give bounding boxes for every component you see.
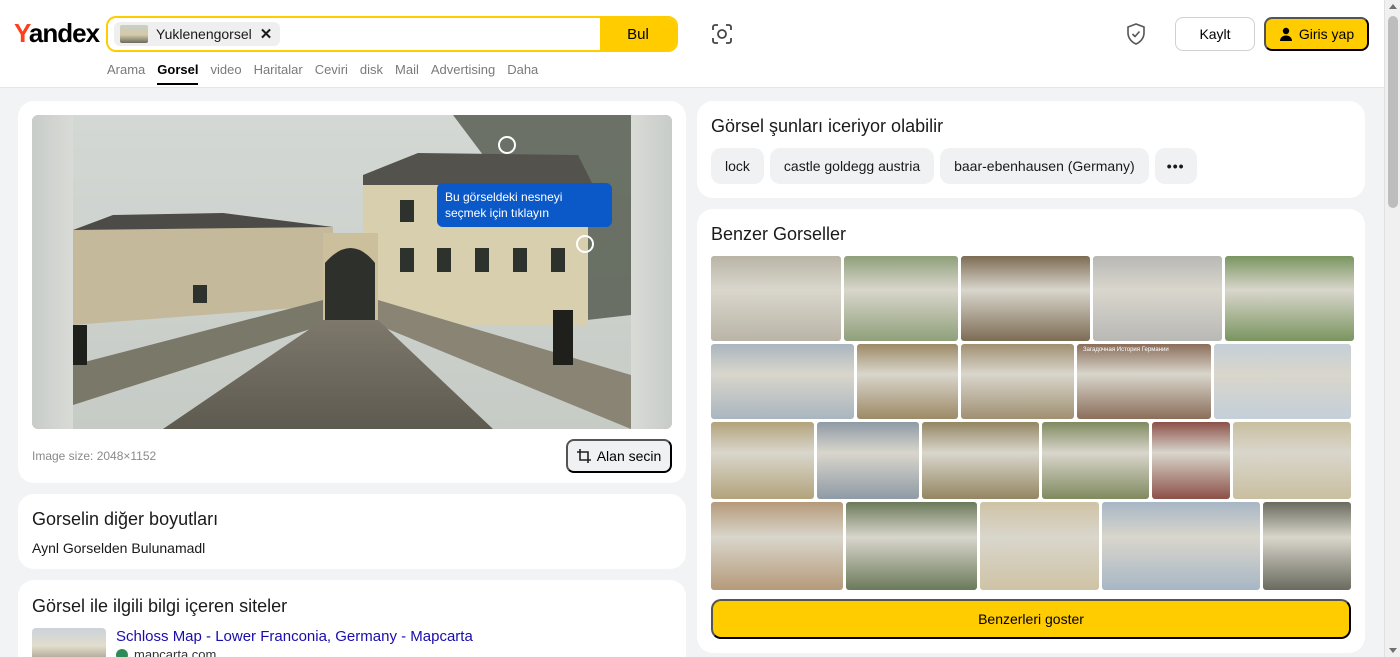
- similar-title: Benzer Gorseller: [711, 224, 847, 244]
- contains-title: Görsel şunları iceriyor olabilir: [711, 116, 944, 136]
- similar-image-tile[interactable]: [711, 502, 843, 590]
- uploaded-image-viewer[interactable]: Bu görseldeki nesneyi seçmek için tıklay…: [32, 115, 672, 429]
- tab-haritalar[interactable]: Haritalar: [254, 62, 303, 85]
- nav-tabs: Arama Gorsel video Haritalar Ceviri disk…: [107, 62, 538, 85]
- tab-mail[interactable]: Mail: [395, 62, 419, 85]
- similar-image-tile[interactable]: [846, 502, 977, 590]
- similar-image-tile[interactable]: [1225, 256, 1354, 341]
- contains-card: Görsel şunları iceriyor olabilir lock ca…: [697, 101, 1365, 198]
- similar-image-tile[interactable]: [961, 344, 1074, 419]
- tab-ceviri[interactable]: Ceviri: [315, 62, 348, 85]
- register-button[interactable]: Kaylt: [1175, 17, 1255, 51]
- search-button[interactable]: Bul: [600, 18, 676, 50]
- image-blur-right: [631, 115, 672, 429]
- object-hotspot[interactable]: [576, 235, 594, 253]
- scroll-up-icon[interactable]: [1389, 4, 1397, 9]
- tab-advertising[interactable]: Advertising: [431, 62, 495, 85]
- tab-gorsel[interactable]: Gorsel: [157, 62, 199, 85]
- tag-list: lock castle goldegg austria baar-ebenhau…: [711, 148, 1197, 184]
- image-blur-left: [32, 115, 73, 429]
- similar-image-tile[interactable]: [1263, 502, 1351, 590]
- site-link[interactable]: Schloss Map - Lower Franconia, Germany -…: [116, 628, 473, 645]
- similar-image-tile[interactable]: [711, 422, 814, 499]
- other-sizes-title: Gorselin diğer boyutları: [32, 509, 219, 529]
- main-image-card: Bu görseldeki nesneyi seçmek için tıklay…: [18, 101, 686, 483]
- tab-arama[interactable]: Arama: [107, 62, 145, 85]
- login-button[interactable]: Giris yap: [1264, 17, 1369, 51]
- similar-image-tile[interactable]: [1214, 344, 1351, 419]
- tab-disk[interactable]: disk: [360, 62, 383, 85]
- similar-image-tile[interactable]: [711, 256, 841, 341]
- similar-image-tile[interactable]: [817, 422, 919, 499]
- related-sites-card: Görsel ile ilgili bilgi içeren siteler S…: [18, 580, 686, 657]
- castle-photo[interactable]: [73, 115, 631, 429]
- user-icon: [1279, 27, 1292, 41]
- camera-search-icon[interactable]: [710, 22, 734, 46]
- logo-y: Y: [14, 18, 30, 48]
- tag-chip[interactable]: baar-ebenhausen (Germany): [940, 148, 1149, 184]
- site-host: mapcarta.com: [116, 647, 216, 657]
- show-similar-button[interactable]: Benzerleri goster: [711, 599, 1351, 639]
- yandex-logo[interactable]: Yandex: [14, 18, 100, 49]
- scroll-down-icon[interactable]: [1389, 648, 1397, 653]
- logo-rest: andex: [28, 18, 100, 48]
- tab-video[interactable]: video: [210, 62, 241, 85]
- similar-image-tile[interactable]: [980, 502, 1099, 590]
- tag-chip[interactable]: lock: [711, 148, 764, 184]
- grid-row: [711, 502, 1351, 590]
- other-sizes-message: Aynl Gorselden Bulunamadl: [32, 540, 206, 556]
- search-box[interactable]: Yuklenengorsel ✕ Bul: [106, 16, 678, 52]
- scrollbar-thumb[interactable]: [1388, 16, 1398, 208]
- crop-icon: [576, 449, 591, 463]
- shield-icon[interactable]: [1124, 22, 1148, 46]
- login-label: Giris yap: [1298, 26, 1355, 42]
- similar-image-tile[interactable]: [1093, 256, 1222, 341]
- image-size-label: Image size: 2048×1152: [32, 449, 157, 463]
- similar-image-tile[interactable]: [1233, 422, 1351, 499]
- similar-image-tile[interactable]: [711, 344, 854, 419]
- page-scrollbar[interactable]: [1384, 0, 1400, 657]
- grid-row: [711, 256, 1354, 341]
- site-host-label: mapcarta.com: [134, 647, 217, 657]
- similar-image-tile[interactable]: [961, 256, 1090, 341]
- tag-chip[interactable]: castle goldegg austria: [769, 148, 935, 184]
- chip-thumbnail: [120, 25, 148, 43]
- grid-row: Загадочная История Германии: [711, 344, 1351, 419]
- tile-overlay-text: Загадочная История Германии: [1083, 347, 1169, 353]
- site-thumbnail[interactable]: [32, 628, 106, 657]
- more-tags-button[interactable]: •••: [1154, 148, 1197, 184]
- similar-image-tile[interactable]: Загадочная История Германии: [1077, 344, 1211, 419]
- similar-image-tile[interactable]: [1042, 422, 1149, 499]
- select-area-button[interactable]: Alan secin: [566, 439, 672, 473]
- tab-daha[interactable]: Daha: [507, 62, 538, 85]
- similar-images-card: Benzer Gorseller Загадочная История Герм…: [697, 209, 1365, 653]
- related-sites-title: Görsel ile ilgili bilgi içeren siteler: [32, 596, 288, 616]
- similar-image-tile[interactable]: [844, 256, 958, 341]
- hotspot-tooltip: Bu görseldeki nesneyi seçmek için tıklay…: [437, 183, 612, 227]
- chip-label: Yuklenengorsel: [156, 26, 252, 42]
- select-area-label: Alan secin: [596, 448, 662, 464]
- similar-image-tile[interactable]: [1102, 502, 1260, 590]
- similar-image-tile[interactable]: [1152, 422, 1230, 499]
- header: Yandex Yuklenengorsel ✕ Bul Kaylt Giris …: [0, 0, 1384, 88]
- close-icon[interactable]: ✕: [260, 25, 273, 43]
- other-sizes-card: Gorselin diğer boyutları Aynl Gorselden …: [18, 494, 686, 569]
- object-hotspot[interactable]: [498, 136, 516, 154]
- grid-row: [711, 422, 1351, 499]
- similar-image-tile[interactable]: [857, 344, 958, 419]
- favicon-icon: [116, 648, 128, 657]
- uploaded-image-chip: Yuklenengorsel ✕: [114, 22, 281, 46]
- similar-image-tile[interactable]: [922, 422, 1039, 499]
